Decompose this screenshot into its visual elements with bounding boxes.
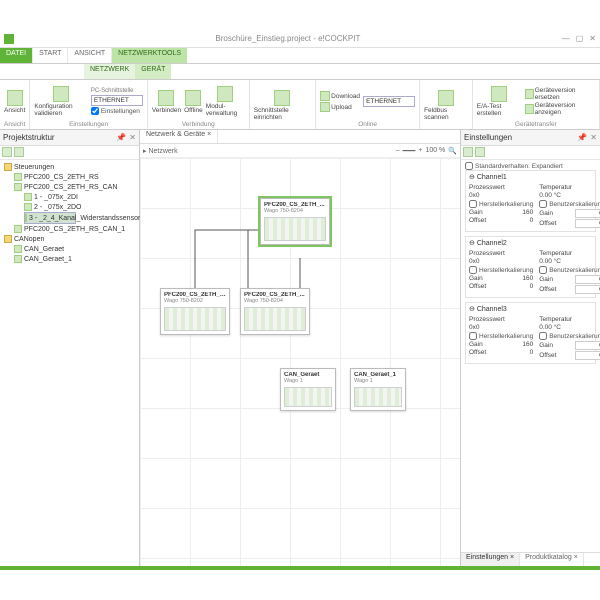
- tab-start[interactable]: START: [33, 48, 68, 63]
- tab-context-tools: NETZWERKTOOLS: [112, 48, 187, 63]
- tab-geraet[interactable]: GERÄT: [135, 64, 171, 79]
- select-online[interactable]: ETHERNET: [363, 96, 415, 107]
- network-canvas[interactable]: PFC200_CS_2ETH_...Wago 750-8204 PFC200_C…: [140, 158, 460, 566]
- title-bar: Broschüre_Einstieg.project - e!COCKPIT —…: [0, 30, 600, 48]
- btn-ansicht[interactable]: Ansicht: [4, 90, 25, 114]
- app-icon: [4, 34, 14, 44]
- tree-title: Projektstruktur: [3, 133, 55, 142]
- chk-hk[interactable]: Herstellerkalierung: [469, 266, 533, 274]
- channel-section: ⊖ Channel1 Prozesswert 0x0 Herstellerkal…: [465, 170, 596, 232]
- node-device[interactable]: PFC200_CS_2ETH_RSWago 750-8202: [160, 288, 230, 335]
- zoom-level: 100 %: [425, 147, 445, 154]
- chk-bk[interactable]: Benutzerskalierung: [539, 266, 600, 274]
- tree-device[interactable]: PFC200_CS_2ETH_RS: [14, 172, 137, 182]
- tree-folder[interactable]: CANopen: [4, 234, 137, 244]
- tree-root: Steuerungen PFC200_CS_2ETH_RS PFC200_CS_…: [0, 160, 139, 266]
- node-device[interactable]: PFC200_CS_2ETH_...Wago 750-8204: [240, 288, 310, 335]
- btn-download[interactable]: Download: [320, 91, 360, 101]
- bottom-tab-catalog[interactable]: Produktkatalog ×: [520, 553, 584, 566]
- tree-toolbar: [0, 146, 139, 160]
- zoom-in[interactable]: +: [418, 147, 422, 154]
- project-tree-panel: Projektstruktur 📌✕ Steuerungen PFC200_CS_…: [0, 130, 140, 566]
- chk-bk[interactable]: Benutzerskalierung: [539, 332, 600, 340]
- props-tool-icon[interactable]: [475, 147, 485, 157]
- btn-modules[interactable]: Modul-verwaltung: [206, 86, 245, 117]
- node-device[interactable]: CAN_Geraet_1Wago 1: [350, 368, 406, 411]
- tab-netzwerk[interactable]: NETZWERK: [84, 64, 135, 79]
- window-title: Broschüre_Einstieg.project - e!COCKPIT: [14, 34, 562, 43]
- btn-scan[interactable]: Feldbus scannen: [424, 90, 468, 121]
- node-device[interactable]: PFC200_CS_2ETH_...Wago 750-8204: [260, 198, 330, 245]
- close-panel-icon[interactable]: ✕: [590, 133, 597, 142]
- tree-device[interactable]: PFC200_CS_2ETH_RS_CAN_1: [14, 224, 137, 234]
- properties-panel: Einstellungen 📌✕ Standardverhalten: Expan…: [460, 130, 600, 566]
- tree-item[interactable]: 2 - _075x_2DO: [24, 202, 137, 212]
- chk-bk[interactable]: Benutzerskalierung: [539, 200, 600, 208]
- channel-section: ⊖ Channel3 Prozesswert 0x0 Herstellerkal…: [465, 302, 596, 364]
- ribbon: Ansicht Ansicht Konfiguration validieren…: [0, 80, 600, 130]
- chk-settings[interactable]: Einstellungen: [91, 107, 143, 115]
- search-icon[interactable]: 🔍: [448, 147, 457, 155]
- pin-icon[interactable]: 📌: [116, 133, 126, 142]
- close-icon[interactable]: ✕: [589, 34, 596, 43]
- gain-input[interactable]: [575, 275, 600, 284]
- ribbon-subtabs: NETZWERK GERÄT: [0, 64, 600, 80]
- zoom-out[interactable]: –: [396, 147, 400, 154]
- offset-input[interactable]: [575, 219, 600, 228]
- tree-tool-icon[interactable]: [2, 147, 12, 157]
- btn-validate[interactable]: Konfiguration validieren: [34, 86, 88, 117]
- tab-datei[interactable]: DATEI: [0, 48, 33, 63]
- btn-offline[interactable]: Offline: [184, 90, 203, 114]
- minimize-icon[interactable]: —: [562, 34, 570, 43]
- offset-input[interactable]: [575, 285, 600, 294]
- props-title: Einstellungen: [464, 133, 512, 142]
- breadcrumb[interactable]: Netzwerk: [148, 148, 177, 155]
- close-panel-icon[interactable]: ✕: [129, 133, 136, 142]
- btn-replace-version[interactable]: Geräteversion ersetzen: [525, 87, 595, 101]
- btn-ea-test[interactable]: E/A-Test erstellen: [477, 86, 522, 117]
- btn-show-version[interactable]: Geräteversion anzeigen: [525, 102, 595, 116]
- gain-input[interactable]: [575, 209, 600, 218]
- ribbon-tabs: DATEI START ANSICHT NETZWERKTOOLS: [0, 48, 600, 64]
- tree-folder[interactable]: Steuerungen: [4, 162, 137, 172]
- gain-input[interactable]: [575, 341, 600, 350]
- tree-item-selected[interactable]: 3 - _2_4_Kanal_Widerstandssensoren: [24, 212, 76, 224]
- channel-section: ⊖ Channel2 Prozesswert 0x0 Herstellerkal…: [465, 236, 596, 298]
- btn-upload[interactable]: Upload: [320, 102, 360, 112]
- maximize-icon[interactable]: ▢: [576, 34, 584, 43]
- node-device[interactable]: CAN_GeraetWago 1: [280, 368, 336, 411]
- chk-standard[interactable]: Standardverhalten: Expandiert: [465, 162, 596, 170]
- btn-connect[interactable]: Verbinden: [152, 90, 181, 114]
- status-bar: [0, 566, 600, 570]
- tab-ansicht[interactable]: ANSICHT: [68, 48, 112, 63]
- pin-icon[interactable]: 📌: [577, 133, 587, 142]
- doc-tab[interactable]: Netzwerk & Geräte ×: [140, 130, 218, 143]
- tree-item[interactable]: 1 - _075x_2DI: [24, 192, 137, 202]
- chk-hk[interactable]: Herstellerkalierung: [469, 332, 533, 340]
- bottom-tab-settings[interactable]: Einstellungen ×: [461, 553, 520, 566]
- tree-item[interactable]: CAN_Geraet_1: [14, 254, 137, 264]
- quick-access: [4, 34, 14, 44]
- tree-device[interactable]: PFC200_CS_2ETH_RS_CAN: [14, 182, 137, 192]
- chk-hk[interactable]: Herstellerkalierung: [469, 200, 533, 208]
- props-tool-icon[interactable]: [463, 147, 473, 157]
- tree-tool-icon[interactable]: [14, 147, 24, 157]
- tree-item[interactable]: CAN_Geraet: [14, 244, 137, 254]
- btn-setup-if[interactable]: Schnittstelle einrichten: [254, 90, 311, 121]
- select-interface[interactable]: ETHERNET: [91, 95, 143, 106]
- offset-input[interactable]: [575, 351, 600, 360]
